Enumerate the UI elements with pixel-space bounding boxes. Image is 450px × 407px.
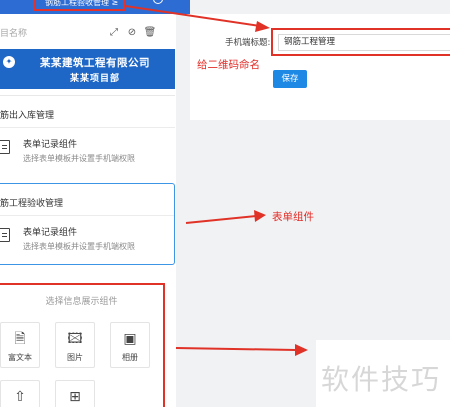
arrow-to-form-component <box>185 215 257 224</box>
arrow-to-watermark <box>175 347 297 351</box>
arrow-head <box>255 21 270 32</box>
arrow-head <box>295 344 308 356</box>
arrow-head <box>254 210 266 222</box>
arrow-to-title-input <box>124 5 261 27</box>
watermark-text: 软件技巧 <box>321 363 442 396</box>
watermark: 软件技巧 <box>316 340 450 407</box>
